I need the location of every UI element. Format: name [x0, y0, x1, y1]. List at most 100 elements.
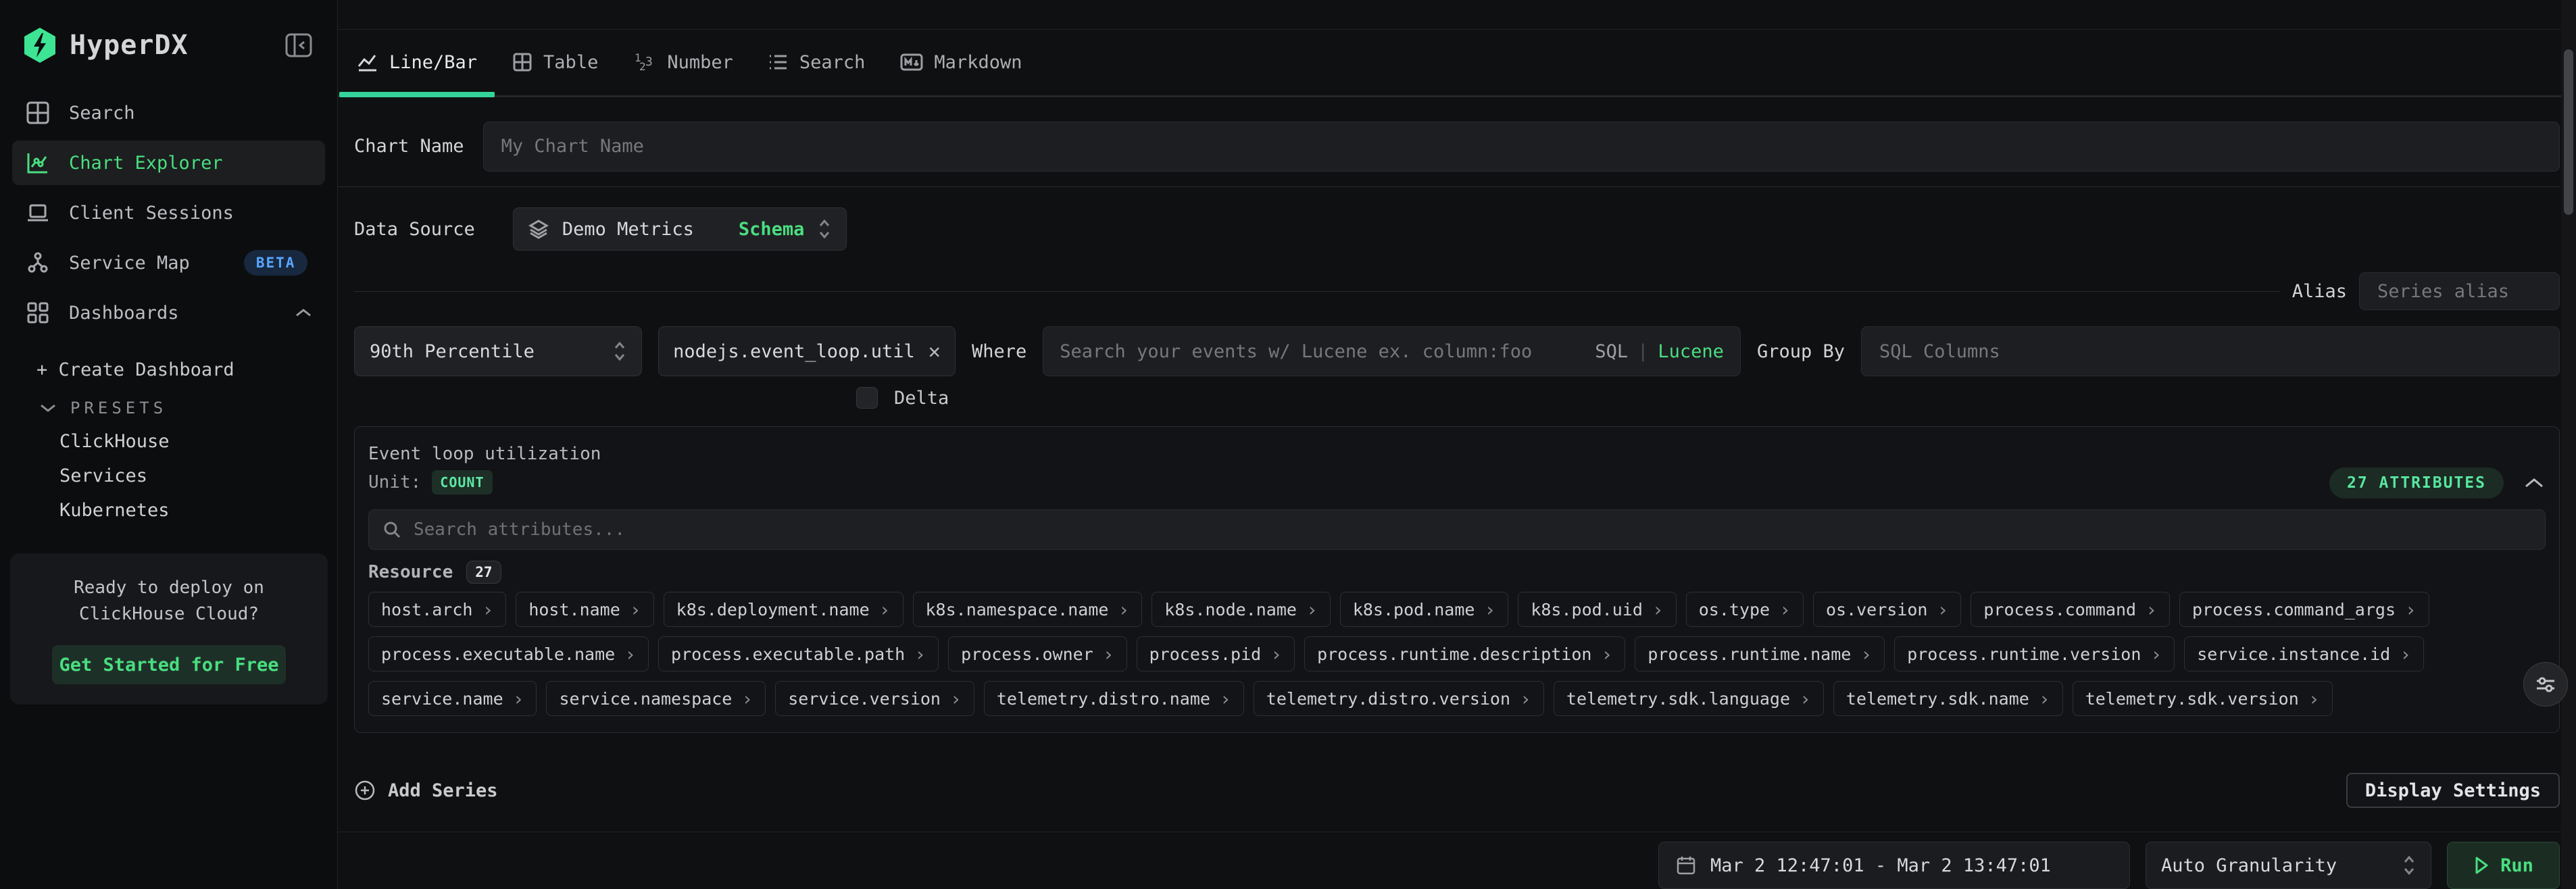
attribute-chip[interactable]: k8s.namespace.name ›	[913, 592, 1143, 627]
schema-link[interactable]: Schema	[739, 219, 805, 240]
attribute-chip[interactable]: host.arch ›	[368, 592, 506, 627]
attribute-chip-label: telemetry.sdk.language	[1566, 689, 1790, 709]
date-range-picker[interactable]: Mar 2 12:47:01 - Mar 2 13:47:01	[1658, 842, 2130, 889]
collapse-panel-chevron-up-icon[interactable]	[2523, 476, 2546, 490]
preset-item-services[interactable]: Services	[59, 459, 325, 493]
attribute-chip[interactable]: telemetry.distro.version ›	[1254, 681, 1544, 716]
calendar-icon	[1677, 855, 1695, 875]
sidebar-item-dashboards[interactable]: Dashboards	[12, 290, 325, 335]
aggregation-value: 90th Percentile	[370, 341, 535, 362]
attribute-chip[interactable]: service.version ›	[775, 681, 974, 716]
attribute-chip[interactable]: k8s.pod.name ›	[1340, 592, 1508, 627]
attribute-chip[interactable]: telemetry.sdk.language ›	[1554, 681, 1824, 716]
clear-metric-icon[interactable]: ✕	[928, 340, 941, 363]
collapse-sidebar-icon[interactable]	[280, 30, 317, 61]
sql-toggle[interactable]: SQL	[1595, 341, 1628, 362]
attribute-chip[interactable]: process.runtime.version ›	[1894, 636, 2175, 671]
attribute-chip-label: telemetry.distro.version	[1266, 689, 1510, 709]
attribute-chip[interactable]: host.name ›	[516, 592, 653, 627]
dashboards-icon	[24, 301, 51, 325]
tab-label: Line/Bar	[389, 52, 477, 73]
attribute-chip[interactable]: os.type ›	[1686, 592, 1804, 627]
sidebar-item-search[interactable]: Search	[12, 91, 325, 135]
attribute-search-input[interactable]	[414, 519, 2531, 540]
attribute-chip[interactable]: service.namespace ›	[546, 681, 766, 716]
data-source-select[interactable]: Demo Metrics Schema	[513, 207, 847, 251]
add-series-button[interactable]: Add Series	[354, 780, 498, 801]
chevron-right-icon: ›	[513, 688, 524, 710]
chevron-right-icon: ›	[630, 599, 641, 621]
service-map-icon	[24, 251, 51, 275]
aggregation-select[interactable]: 90th Percentile	[354, 326, 642, 376]
chevron-right-icon: ›	[1103, 643, 1114, 665]
tab-label: Number	[667, 52, 733, 73]
attribute-chip[interactable]: process.executable.name ›	[368, 636, 649, 671]
chart-name-input[interactable]	[483, 122, 2560, 172]
delta-label: Delta	[894, 388, 949, 409]
display-settings-button[interactable]: Display Settings	[2346, 773, 2560, 808]
tab-table[interactable]: Table	[495, 30, 616, 95]
chevron-right-icon: ›	[1118, 599, 1129, 621]
create-dashboard-button[interactable]: + Create Dashboard	[36, 353, 325, 386]
attribute-chip[interactable]: process.command ›	[1971, 592, 2170, 627]
chevron-right-icon: ›	[950, 688, 962, 710]
chevron-up-icon[interactable]	[294, 303, 313, 324]
attribute-chip[interactable]: os.version ›	[1813, 592, 1961, 627]
attribute-chip[interactable]: service.name ›	[368, 681, 537, 716]
attribute-group-label: Resource	[368, 562, 453, 582]
sidebar-item-client-sessions[interactable]: Client Sessions	[12, 190, 325, 235]
plus-circle-icon	[354, 780, 376, 801]
attribute-group-count: 27	[466, 561, 501, 584]
updown-chevrons-icon	[2402, 854, 2416, 877]
tab-markdown[interactable]: Markdown	[883, 30, 1039, 95]
attribute-chip-label: k8s.namespace.name	[926, 600, 1109, 619]
series-alias-input[interactable]	[2359, 272, 2560, 310]
chart-type-tabs: Line/Bar Table 123 Number Search	[338, 29, 2576, 97]
attribute-chip[interactable]: process.executable.path ›	[658, 636, 939, 671]
attribute-chip[interactable]: process.runtime.description ›	[1304, 636, 1625, 671]
attribute-chip[interactable]: process.command_args ›	[2179, 592, 2429, 627]
where-search-input[interactable]	[1043, 341, 1595, 362]
attribute-chip[interactable]: telemetry.sdk.name ›	[1833, 681, 2063, 716]
chevron-right-icon: ›	[741, 688, 753, 710]
preset-item-clickhouse[interactable]: ClickHouse	[59, 424, 325, 459]
tab-line-bar[interactable]: Line/Bar	[339, 30, 495, 95]
attribute-chip-list: host.arch › host.name › k8s.deployment.n…	[368, 592, 2546, 716]
metric-select[interactable]: nodejs.event_loop.util ✕	[658, 326, 956, 376]
tab-label: Search	[799, 52, 866, 73]
delta-checkbox[interactable]	[856, 387, 878, 409]
attribute-chip[interactable]: service.instance.id ›	[2184, 636, 2424, 671]
lucene-toggle[interactable]: Lucene	[1658, 341, 1724, 362]
sidebar-item-label: Dashboards	[69, 303, 179, 324]
granularity-select[interactable]: Auto Granularity	[2146, 842, 2431, 889]
attribute-chip-label: process.runtime.name	[1648, 644, 1851, 664]
sidebar-item-chart-explorer[interactable]: Chart Explorer	[12, 141, 325, 185]
attribute-chip[interactable]: k8s.pod.uid ›	[1518, 592, 1676, 627]
chevron-right-icon: ›	[1306, 599, 1318, 621]
attribute-chip-label: process.executable.path	[671, 644, 905, 664]
metric-value: nodejs.event_loop.util	[673, 341, 915, 362]
attribute-chip[interactable]: telemetry.sdk.version ›	[2073, 681, 2333, 716]
attribute-chip[interactable]: process.runtime.name ›	[1635, 636, 1885, 671]
vertical-scrollbar[interactable]	[2561, 0, 2576, 889]
hyperdx-logo-icon	[22, 26, 57, 64]
scrollbar-thumb[interactable]	[2564, 49, 2573, 215]
sidebar: HyperDX Search Chart Explorer	[0, 0, 338, 889]
filter-settings-fab[interactable]	[2523, 662, 2568, 707]
tab-number[interactable]: 123 Number	[616, 30, 751, 95]
presets-header[interactable]: PRESETS	[39, 399, 325, 417]
run-button[interactable]: Run	[2447, 842, 2560, 889]
sidebar-item-service-map[interactable]: Service Map BETA	[12, 240, 325, 285]
attribute-chip[interactable]: telemetry.distro.name ›	[984, 681, 1244, 716]
data-source-row: Data Source Demo Metrics Schema	[338, 207, 2576, 251]
group-by-label: Group By	[1757, 341, 1845, 362]
attribute-chip[interactable]: k8s.deployment.name ›	[664, 592, 903, 627]
unit-badge: COUNT	[432, 470, 492, 494]
tab-search[interactable]: Search	[751, 30, 883, 95]
group-by-input[interactable]	[1861, 326, 2560, 376]
get-started-button[interactable]: Get Started for Free	[52, 645, 286, 684]
attribute-chip[interactable]: process.owner ›	[948, 636, 1127, 671]
attribute-chip[interactable]: process.pid ›	[1137, 636, 1295, 671]
preset-item-kubernetes[interactable]: Kubernetes	[59, 493, 325, 528]
attribute-chip[interactable]: k8s.node.name ›	[1151, 592, 1331, 627]
